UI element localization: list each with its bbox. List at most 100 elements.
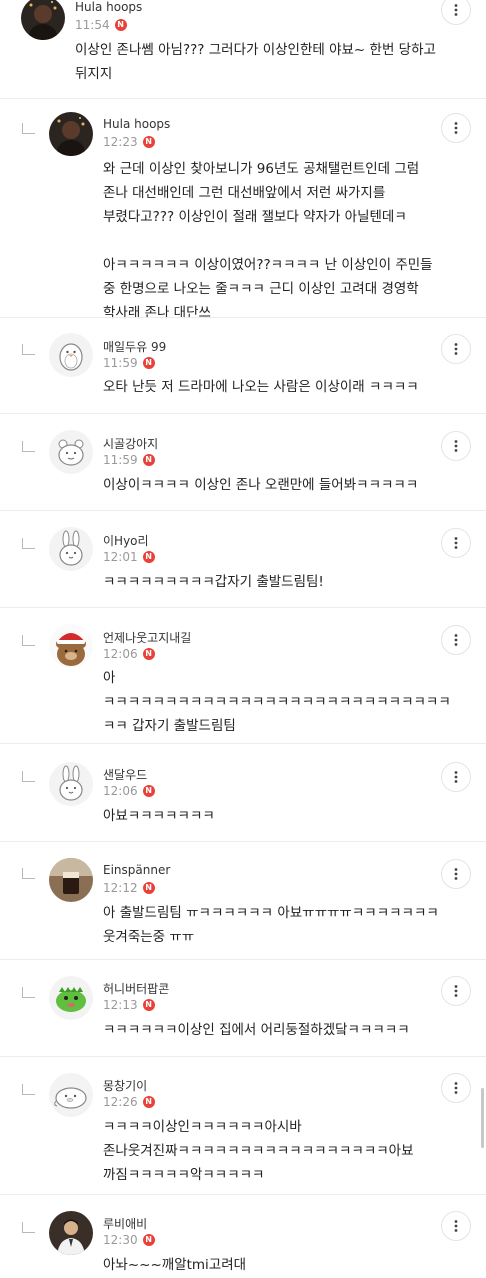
comment-time: 11:59 bbox=[103, 453, 138, 467]
divider bbox=[0, 841, 486, 842]
divider bbox=[0, 1194, 486, 1195]
new-badge-icon: N bbox=[114, 19, 127, 31]
more-options-button[interactable] bbox=[441, 334, 471, 364]
comment-time: 11:54 bbox=[75, 18, 110, 32]
comment-time: 12:30 bbox=[103, 1233, 138, 1247]
avatar[interactable] bbox=[49, 1211, 93, 1255]
divider bbox=[0, 317, 486, 318]
more-options-button[interactable] bbox=[441, 528, 471, 558]
avatar[interactable] bbox=[49, 624, 93, 668]
comment-body: ㅋㅋㅋㅋㅋㅋ이상인 집에서 어리둥절하겠닼ㅋㅋㅋㅋㅋ bbox=[103, 1022, 410, 1038]
avatar[interactable] bbox=[49, 976, 93, 1020]
comment-time: 12:23 bbox=[103, 135, 138, 149]
divider bbox=[0, 1056, 486, 1057]
comment-author[interactable]: 루비애비 bbox=[103, 1215, 147, 1232]
comment-time: 12:26 bbox=[103, 1095, 138, 1109]
avatar[interactable] bbox=[49, 858, 93, 902]
reply-indicator-icon bbox=[22, 538, 35, 549]
comment-body: 아 출발드림팀 ㅠㅋㅋㅋㅋㅋㅋ 아뵤ㅠㅠㅠㅠㅋㅋㅋㅋㅋㅋㅋ 웃겨죽는중 ㅠㅠ bbox=[103, 905, 439, 945]
more-vertical-icon bbox=[454, 4, 458, 16]
comment-author[interactable]: 이Hyo리 bbox=[103, 532, 149, 549]
comment-author[interactable]: 몽창기이 bbox=[103, 1077, 147, 1094]
new-badge-icon: N bbox=[142, 648, 155, 660]
comment-meta: 12:12 N bbox=[103, 881, 155, 895]
comment-meta: 12:30 N bbox=[103, 1233, 155, 1247]
comment-meta: 11:59 N bbox=[103, 356, 155, 370]
avatar[interactable] bbox=[49, 527, 93, 571]
comment-body: 오타 난듯 저 드라마에 나오는 사람은 이상이래 ㅋㅋㅋㅋ bbox=[103, 379, 419, 395]
divider bbox=[0, 98, 486, 99]
comment-author[interactable]: 언제나웃고지내길 bbox=[103, 629, 191, 646]
more-vertical-icon bbox=[454, 771, 458, 783]
more-vertical-icon bbox=[454, 634, 458, 646]
comment-body: 아놔~~~깨알tmi고려대 bbox=[103, 1257, 247, 1273]
more-options-button[interactable] bbox=[441, 1073, 471, 1103]
comment-body: 아 ㅋㅋㅋㅋㅋㅋㅋㅋㅋㅋㅋㅋㅋㅋㅋㅋㅋㅋㅋㅋㅋㅋㅋㅋㅋㅋㅋㅋ ㅋㅋ 갑자기 출발… bbox=[103, 670, 451, 734]
comment-meta: 12:13 N bbox=[103, 998, 155, 1012]
new-badge-icon: N bbox=[142, 882, 155, 894]
comment-author[interactable]: 허니버터팝콘 bbox=[103, 980, 169, 997]
new-badge-icon: N bbox=[142, 999, 155, 1011]
comment-meta: 11:54 N bbox=[75, 18, 127, 32]
more-options-button[interactable] bbox=[441, 1211, 471, 1241]
new-badge-icon: N bbox=[142, 454, 155, 466]
avatar[interactable] bbox=[49, 333, 93, 377]
more-vertical-icon bbox=[454, 1220, 458, 1232]
more-vertical-icon bbox=[454, 985, 458, 997]
comment-body: 와 근데 이상인 찾아보니가 96년도 공채탤런트인데 그럼 존나 대선배인데 … bbox=[103, 161, 433, 321]
more-vertical-icon bbox=[454, 537, 458, 549]
avatar[interactable] bbox=[49, 430, 93, 474]
more-options-button[interactable] bbox=[441, 859, 471, 889]
comment-time: 11:59 bbox=[103, 356, 138, 370]
more-options-button[interactable] bbox=[441, 976, 471, 1006]
new-badge-icon: N bbox=[142, 357, 155, 369]
reply-indicator-icon bbox=[22, 987, 35, 998]
more-vertical-icon bbox=[454, 1082, 458, 1094]
new-badge-icon: N bbox=[142, 1096, 155, 1108]
more-vertical-icon bbox=[454, 343, 458, 355]
comment-author[interactable]: 시골강아지 bbox=[103, 435, 158, 452]
comment-time: 12:06 bbox=[103, 784, 138, 798]
new-badge-icon: N bbox=[142, 1234, 155, 1246]
comment-meta: 12:06 N bbox=[103, 784, 155, 798]
comment-body: 이상인 존나쎔 아님??? 그러다가 이상인한테 야뵤~ 한번 당하고 뒤지지 bbox=[75, 42, 436, 82]
more-vertical-icon bbox=[454, 122, 458, 134]
comment-author[interactable]: 매일두유 99 bbox=[103, 338, 166, 355]
comment-body: 이상이ㅋㅋㅋㅋ 이상인 존나 오랜만에 들어봐ㅋㅋㅋㅋㅋ bbox=[103, 477, 419, 493]
comment-time: 12:01 bbox=[103, 550, 138, 564]
more-options-button[interactable] bbox=[441, 625, 471, 655]
avatar[interactable] bbox=[21, 0, 65, 40]
reply-indicator-icon bbox=[22, 123, 35, 134]
more-options-button[interactable] bbox=[441, 762, 471, 792]
comment-time: 12:12 bbox=[103, 881, 138, 895]
divider bbox=[0, 510, 486, 511]
comment-meta: 12:06 N bbox=[103, 647, 155, 661]
avatar[interactable] bbox=[49, 762, 93, 806]
comment-time: 12:06 bbox=[103, 647, 138, 661]
new-badge-icon: N bbox=[142, 551, 155, 563]
comment-body: ㅋㅋㅋㅋ이상인ㅋㅋㅋㅋㅋㅋ아시바 존나웃겨진짜ㅋㅋㅋㅋㅋㅋㅋㅋㅋㅋㅋㅋㅋㅋㅋㅋㅋ… bbox=[103, 1119, 414, 1183]
more-vertical-icon bbox=[454, 868, 458, 880]
comment-author[interactable]: Hula hoops bbox=[75, 0, 142, 14]
scrollbar[interactable] bbox=[481, 1088, 484, 1148]
divider bbox=[0, 959, 486, 960]
more-options-button[interactable] bbox=[441, 113, 471, 143]
avatar[interactable] bbox=[49, 1073, 93, 1117]
reply-indicator-icon bbox=[22, 441, 35, 452]
divider bbox=[0, 607, 486, 608]
more-options-button[interactable] bbox=[441, 0, 471, 25]
comment-time: 12:13 bbox=[103, 998, 138, 1012]
reply-indicator-icon bbox=[22, 771, 35, 782]
comment-author[interactable]: 샌달우드 bbox=[103, 766, 147, 783]
divider bbox=[0, 743, 486, 744]
comment-meta: 12:23 N bbox=[103, 135, 155, 149]
avatar[interactable] bbox=[49, 112, 93, 156]
comment-author[interactable]: Hula hoops bbox=[103, 117, 170, 131]
comment-meta: 12:01 N bbox=[103, 550, 155, 564]
comment-author[interactable]: Einspänner bbox=[103, 863, 170, 877]
comment-meta: 12:26 N bbox=[103, 1095, 155, 1109]
more-options-button[interactable] bbox=[441, 431, 471, 461]
more-vertical-icon bbox=[454, 440, 458, 452]
reply-indicator-icon bbox=[22, 868, 35, 879]
reply-indicator-icon bbox=[22, 1084, 35, 1095]
